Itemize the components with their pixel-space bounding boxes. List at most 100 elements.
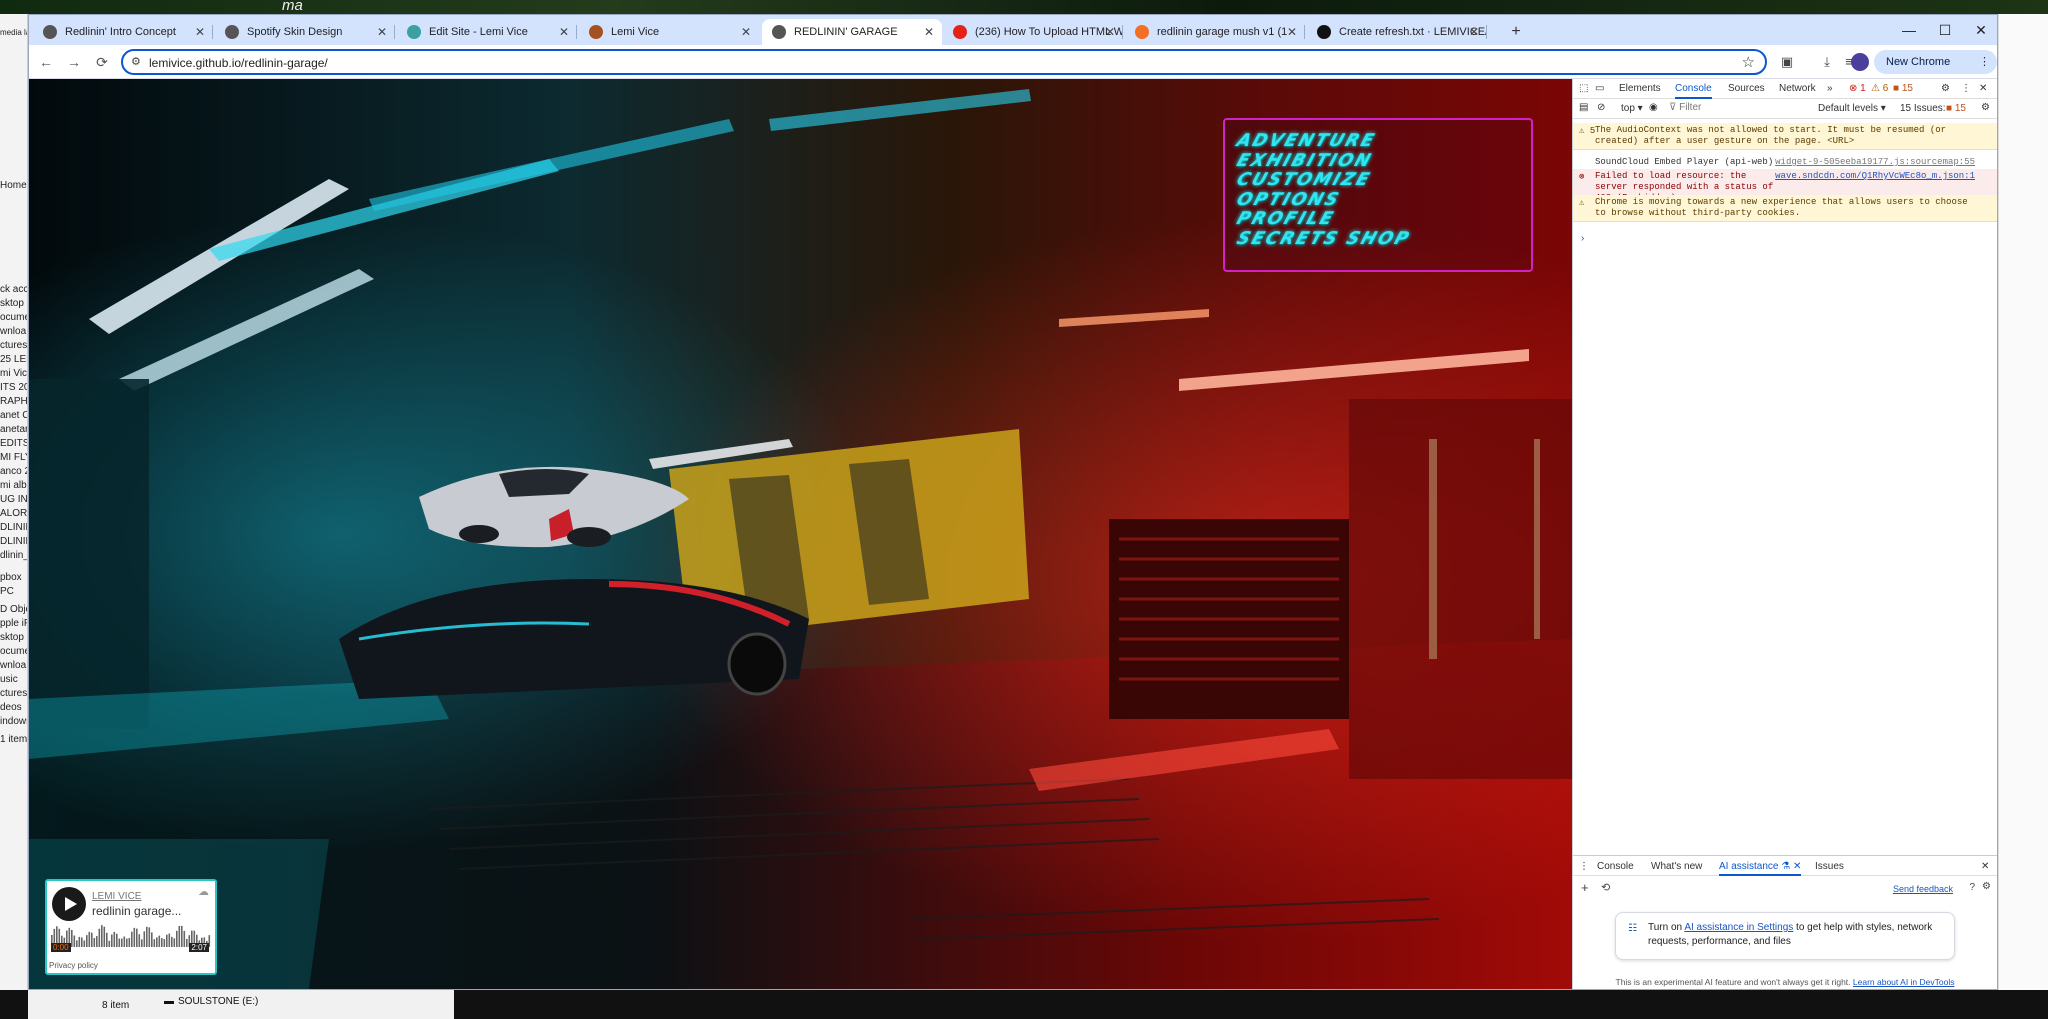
explorer-nav-item[interactable]: DLININ bbox=[0, 522, 27, 533]
explorer-nav-item[interactable]: mi Vice bbox=[0, 368, 27, 379]
tab-close-icon[interactable]: ✕ bbox=[559, 19, 569, 45]
tab-close-icon[interactable]: ✕ bbox=[1287, 19, 1297, 45]
console-source-link[interactable]: widget-9-505eeba19177.js:sourcemap:55 bbox=[1775, 157, 1975, 168]
tab-console[interactable]: Console bbox=[1675, 83, 1712, 99]
explorer-nav-item[interactable]: wnloa bbox=[0, 326, 26, 337]
browser-tab[interactable]: Lemi Vice ✕ bbox=[579, 19, 759, 45]
explorer-nav-item[interactable]: 1 item bbox=[0, 734, 27, 745]
minimize-button[interactable]: — bbox=[1891, 17, 1927, 43]
tab-network[interactable]: Network bbox=[1779, 83, 1816, 94]
explorer-nav-item[interactable]: wnloa bbox=[0, 660, 26, 671]
explorer-nav-item[interactable]: RAPHIC bbox=[0, 396, 27, 407]
profile-avatar[interactable] bbox=[1851, 53, 1869, 71]
explorer-nav-item[interactable]: pbox bbox=[0, 572, 22, 583]
inspect-element-icon[interactable]: ⬚ bbox=[1579, 83, 1588, 94]
menu-dots-icon[interactable]: ⋮ bbox=[1979, 50, 1990, 74]
error-count-badge[interactable]: ⊗ 1 bbox=[1849, 83, 1866, 94]
menu-item-secrets-shop[interactable]: SECRETS SHOP bbox=[1234, 229, 1534, 250]
browser-tab[interactable]: redlinin garage mush v1 (1 ✕ bbox=[1125, 19, 1305, 45]
privacy-policy-link[interactable]: Privacy policy bbox=[49, 961, 98, 970]
explorer-nav-item[interactable]: ck acce bbox=[0, 284, 27, 295]
drawer-tab-whats-new[interactable]: What's new bbox=[1651, 861, 1702, 872]
bookmark-star-icon[interactable]: ☆ bbox=[1742, 53, 1755, 71]
drawer-tab-console[interactable]: Console bbox=[1597, 861, 1634, 872]
browser-tab[interactable]: Edit Site - Lemi Vice ✕ bbox=[397, 19, 577, 45]
issues-badge[interactable]: ■ 15 bbox=[1946, 103, 1966, 114]
close-tab-icon[interactable]: ✕ bbox=[1793, 861, 1801, 872]
address-bar[interactable]: ⚙ ☆ bbox=[121, 49, 1767, 75]
menu-item-options[interactable]: OPTIONS bbox=[1234, 190, 1534, 211]
browser-tab[interactable]: (236) How To Upload HTML W ✕ bbox=[943, 19, 1123, 45]
tab-elements[interactable]: Elements bbox=[1619, 83, 1661, 94]
menu-item-exhibition[interactable]: EXHIBITION bbox=[1234, 151, 1534, 172]
learn-about-ai-link[interactable]: Learn about AI in DevTools bbox=[1853, 977, 1955, 987]
more-tabs-icon[interactable]: » bbox=[1827, 83, 1833, 94]
explorer-nav-item[interactable]: sktop bbox=[0, 298, 24, 309]
console-settings-icon[interactable]: ⚙ bbox=[1981, 102, 1990, 113]
live-expression-eye-icon[interactable]: ◉ bbox=[1649, 102, 1658, 113]
explorer-nav-item[interactable]: pple iPh bbox=[0, 618, 27, 629]
explorer-nav-item[interactable]: usic bbox=[0, 674, 18, 685]
tab-close-icon[interactable]: ✕ bbox=[377, 19, 387, 45]
tab-close-icon[interactable]: ✕ bbox=[741, 19, 751, 45]
ai-settings-gear-icon[interactable]: ⚙ bbox=[1982, 881, 1991, 892]
issues-label[interactable]: 15 Issues: bbox=[1900, 103, 1946, 114]
browser-tab[interactable]: REDLININ' GARAGE ✕ bbox=[762, 19, 942, 45]
sidebar-toggle-icon[interactable]: ▤ bbox=[1579, 102, 1588, 113]
explorer-nav-item[interactable]: 25 LEM bbox=[0, 354, 27, 365]
send-feedback-link[interactable]: Send feedback bbox=[1893, 884, 1953, 894]
explorer-nav-item[interactable]: UG IN bbox=[0, 494, 27, 505]
waveform[interactable] bbox=[51, 925, 211, 953]
download-icon[interactable]: ⤓ bbox=[1816, 51, 1838, 73]
explorer-nav-item[interactable]: ctures bbox=[0, 688, 27, 699]
clear-console-icon[interactable]: ⊘ bbox=[1597, 102, 1605, 113]
history-icon[interactable]: ⟲ bbox=[1601, 881, 1610, 894]
track-title[interactable]: redlinin garage... bbox=[92, 904, 181, 918]
drawer-menu-icon[interactable]: ⋮ bbox=[1579, 861, 1589, 872]
explorer-nav-item[interactable]: ocumen bbox=[0, 312, 27, 323]
explorer-nav-item[interactable]: D Objec bbox=[0, 604, 27, 615]
explorer-nav-item[interactable]: PC bbox=[0, 586, 14, 597]
explorer-nav-item[interactable]: ctures bbox=[0, 340, 27, 351]
explorer-nav-item[interactable]: ITS 202 bbox=[0, 382, 27, 393]
drawer-tab-ai-assistance[interactable]: AI assistance ⚗ ✕ bbox=[1719, 861, 1802, 876]
desktop-icon-label[interactable]: media layer bbox=[0, 28, 27, 37]
devtools-menu-icon[interactable]: ⋮ bbox=[1961, 83, 1971, 94]
tab-sources[interactable]: Sources bbox=[1728, 83, 1765, 94]
explorer-nav-item[interactable]: DLININ bbox=[0, 536, 27, 547]
explorer-nav-item[interactable]: mi albu bbox=[0, 480, 27, 491]
menu-item-adventure[interactable]: ADVENTURE bbox=[1234, 131, 1534, 152]
explorer-nav-item[interactable]: ALOR S bbox=[0, 508, 27, 519]
context-select[interactable]: top ▾ bbox=[1621, 103, 1643, 114]
soundcloud-logo-icon[interactable]: ☁ bbox=[198, 885, 209, 898]
log-levels-select[interactable]: Default levels ▾ bbox=[1818, 103, 1886, 114]
tab-close-icon[interactable]: ✕ bbox=[195, 19, 205, 45]
menu-item-profile[interactable]: PROFILE bbox=[1234, 209, 1534, 230]
console-filter-input[interactable]: ⊽ Filter bbox=[1669, 102, 1789, 116]
close-drawer-icon[interactable]: ✕ bbox=[1981, 861, 1989, 872]
explorer-nav-item[interactable]: deos bbox=[0, 702, 22, 713]
cast-icon[interactable]: ▣ bbox=[1776, 51, 1798, 73]
console-source-link[interactable]: wave.sndcdn.com/Q1RhyVcWEc8o_m.json:1 bbox=[1775, 171, 1975, 182]
close-devtools-icon[interactable]: ✕ bbox=[1979, 83, 1987, 94]
forward-arrow-icon[interactable]: → bbox=[63, 51, 85, 73]
explorer-nav-item[interactable]: anetary bbox=[0, 424, 27, 435]
explorer-nav-item[interactable]: anco 2 bbox=[0, 466, 27, 477]
url-input[interactable] bbox=[149, 56, 1649, 70]
maximize-button[interactable]: ☐ bbox=[1927, 17, 1963, 43]
new-tab-button[interactable]: + bbox=[1503, 19, 1529, 45]
explorer-nav-item[interactable]: dlinin_g bbox=[0, 550, 27, 561]
artist-link[interactable]: LEMI VICE bbox=[92, 891, 141, 902]
tab-close-icon[interactable]: ✕ bbox=[1469, 19, 1479, 45]
console-prompt[interactable]: › bbox=[1581, 233, 1584, 244]
tab-close-icon[interactable]: ✕ bbox=[924, 19, 934, 45]
play-button[interactable] bbox=[52, 887, 86, 921]
tab-close-icon[interactable]: ✕ bbox=[1105, 19, 1115, 45]
site-settings-icon[interactable]: ⚙ bbox=[131, 55, 141, 68]
explorer-nav-item[interactable]: ocumen bbox=[0, 646, 27, 657]
browser-tab[interactable]: Spotify Skin Design ✕ bbox=[215, 19, 395, 45]
explorer-nav-item[interactable]: indows bbox=[0, 716, 27, 727]
back-arrow-icon[interactable]: ← bbox=[35, 51, 57, 73]
browser-tab[interactable]: Redlinin' Intro Concept ✕ bbox=[33, 19, 213, 45]
explorer-nav-item[interactable]: MI FLY bbox=[0, 452, 27, 463]
